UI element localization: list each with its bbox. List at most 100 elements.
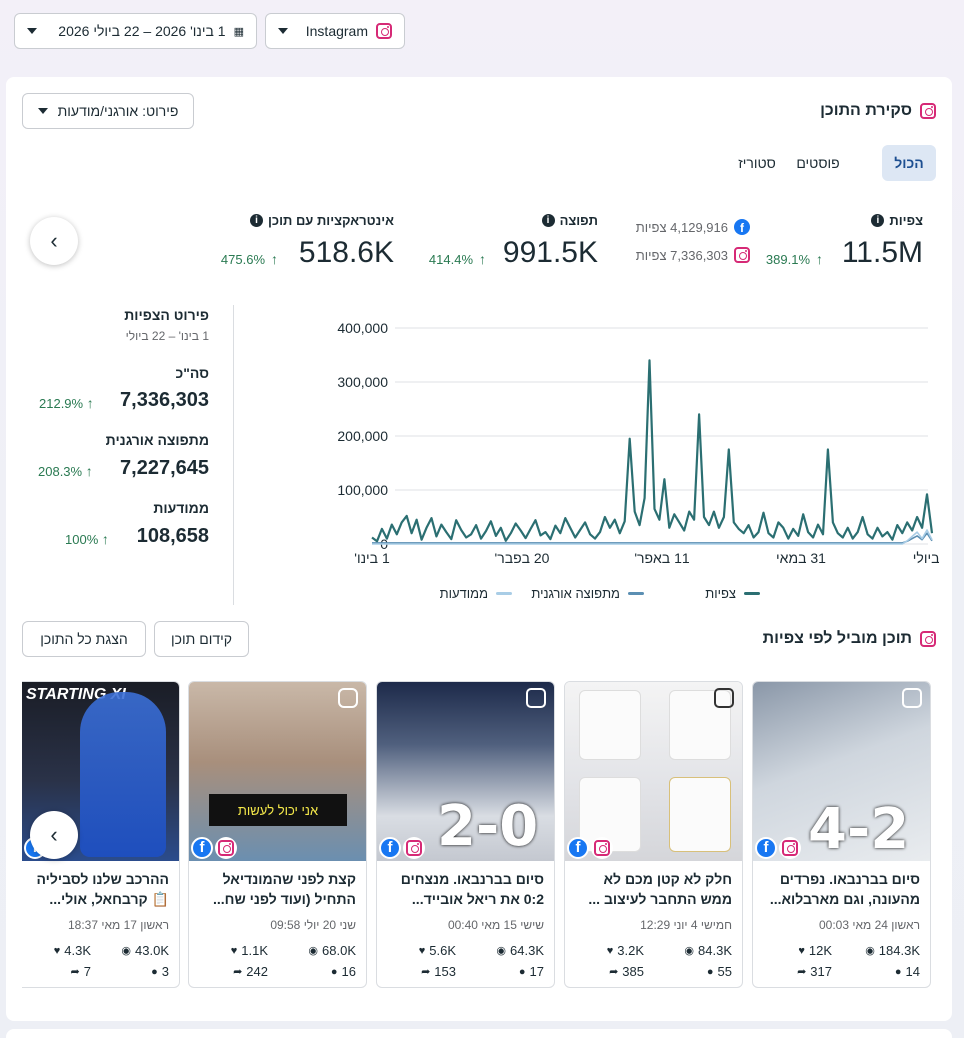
legend-swatch bbox=[496, 592, 512, 595]
organic-change-text: 208.3% bbox=[38, 464, 83, 479]
total-change-text: 212.9% bbox=[39, 396, 84, 411]
ig-views-text: 7,336,303 צפיות bbox=[635, 247, 728, 263]
chevron-down-icon bbox=[27, 28, 37, 34]
series-organic-line bbox=[372, 532, 933, 544]
post-card[interactable]: f חלק לא קטן מכם לא ממש התחבר לעיצוב ...… bbox=[564, 681, 743, 988]
instagram-icon bbox=[734, 247, 750, 263]
likes-count: 4.3K bbox=[64, 943, 91, 958]
eye-icon: ◉ bbox=[865, 945, 875, 957]
instagram-icon bbox=[591, 837, 613, 859]
views-stat: 184.3K ◉ bbox=[865, 943, 920, 958]
instagram-icon bbox=[920, 103, 936, 119]
comment-icon: ● bbox=[518, 965, 526, 978]
show-all-content-button[interactable]: הצגת כל התוכן bbox=[22, 621, 146, 657]
info-icon[interactable]: i bbox=[871, 214, 885, 227]
x-tick-label: 11 באפר' bbox=[634, 550, 690, 566]
ads-value: 108,658 bbox=[136, 525, 209, 547]
facebook-icon: f bbox=[567, 837, 589, 859]
likes-count: 3.2K bbox=[617, 943, 644, 958]
share-icon: ➦ bbox=[421, 966, 431, 978]
info-icon[interactable]: i bbox=[541, 214, 555, 227]
post-title: חלק לא קטן מכם לא ממש התחבר לעיצוב ... bbox=[588, 871, 732, 907]
likes-stat: 4.3K ♥ bbox=[54, 943, 91, 958]
tab-posts-label: פוסטים bbox=[796, 155, 840, 171]
interactions-change-text: 475.6% bbox=[220, 251, 265, 267]
comment-icon: ● bbox=[330, 965, 338, 978]
date-range-label: 1 בינו' 2026 – 22 ביולי 2026 bbox=[58, 23, 226, 39]
x-tick-label: 20 בפבר' bbox=[495, 550, 550, 566]
photo-type-icon bbox=[902, 688, 922, 708]
post-thumbnail: 4-2 f bbox=[753, 682, 930, 862]
post-thumbnail: f bbox=[565, 682, 742, 861]
breakdown-title: פירוט הצפיות bbox=[124, 307, 209, 323]
total-value: 7,336,303 bbox=[120, 389, 209, 411]
comment-icon: ● bbox=[706, 965, 714, 978]
post-card[interactable]: 2-0 f סיום בברנבאו. מנצחים 0:2 את ריאל א… bbox=[376, 681, 555, 988]
score-overlay: 4-2 bbox=[808, 797, 910, 862]
breakdown-dropdown[interactable]: פירוט: אורגני/מודעות bbox=[22, 93, 194, 129]
divider bbox=[233, 305, 234, 605]
legend-ads: ממודעות bbox=[440, 586, 512, 601]
calendar-icon: ▦ bbox=[233, 25, 244, 38]
views-value: 11.5M bbox=[841, 236, 923, 269]
top-content-title: תוכן מוביל לפי צפיות bbox=[762, 630, 912, 647]
boost-content-button[interactable]: קידום תוכן bbox=[154, 621, 249, 657]
shares-stat: 153 ➦ bbox=[421, 964, 456, 979]
comments-stat: 3 ● bbox=[151, 964, 169, 979]
heart-icon: ♥ bbox=[798, 944, 805, 957]
views-stat: 68.0K ◉ bbox=[308, 943, 356, 958]
legend-swatch bbox=[744, 592, 760, 595]
comments-count: 17 bbox=[529, 964, 544, 979]
shares-count: 317 bbox=[810, 964, 832, 979]
boost-content-label: קידום תוכן bbox=[171, 631, 232, 647]
share-icon: ➦ bbox=[233, 966, 243, 978]
tab-posts[interactable]: פוסטים bbox=[783, 145, 853, 181]
tab-stories[interactable]: סטוריז bbox=[723, 145, 791, 181]
post-card[interactable]: 4-2 f סיום בברנבאו. נפרדים מהעונה, וגם מ… bbox=[752, 681, 931, 988]
legend-views-label: צפיות bbox=[705, 586, 736, 601]
x-tick-label: 1 בינו' bbox=[354, 550, 390, 566]
shares-stat: 317 ➦ bbox=[797, 964, 832, 979]
views-count: 184.3K bbox=[878, 943, 920, 958]
tab-all[interactable]: הכול bbox=[882, 145, 936, 181]
comments-count: 3 bbox=[161, 964, 169, 979]
shares-count: 385 bbox=[622, 964, 644, 979]
post-card[interactable]: אני יכול לעשות f קצת לפני שהמונדיאל התחי… bbox=[188, 681, 367, 988]
comments-count: 16 bbox=[341, 964, 356, 979]
show-all-content-label: הצגת כל התוכן bbox=[40, 631, 128, 647]
ads-label: ממודעות bbox=[153, 500, 209, 516]
jersey-image bbox=[579, 690, 641, 760]
platform-label: Instagram bbox=[305, 23, 368, 39]
post-title: סיום בברנבאו. נפרדים מהעונה, וגם מארבלוא… bbox=[769, 871, 920, 907]
player-image bbox=[80, 692, 166, 857]
eye-icon: ◉ bbox=[121, 945, 132, 957]
comment-icon: ● bbox=[151, 965, 158, 978]
legend-swatch bbox=[628, 592, 644, 595]
info-icon[interactable]: i bbox=[249, 214, 263, 227]
facebook-icon: f bbox=[379, 837, 401, 859]
views-change-text: 389.1% bbox=[765, 251, 810, 267]
metrics-next-button[interactable]: › bbox=[30, 217, 78, 265]
total-change: 212.9% ↑ bbox=[39, 395, 94, 411]
views-count: 84.3K bbox=[698, 943, 732, 958]
post-date: חמישי 4 יוני 12:29 bbox=[640, 918, 732, 932]
carousel-next-button[interactable]: › bbox=[30, 811, 78, 859]
likes-stat: 12K ♥ bbox=[798, 943, 832, 958]
date-range-selector[interactable]: ▦ 1 בינו' 2026 – 22 ביולי 2026 bbox=[14, 13, 257, 49]
heart-icon: ♥ bbox=[606, 944, 614, 957]
shares-count: 242 bbox=[246, 964, 268, 979]
organic-label: מתפוצה אורגנית bbox=[105, 432, 209, 448]
facebook-icon: f bbox=[755, 837, 777, 859]
reach-label-text: תפוצה bbox=[559, 213, 598, 228]
instagram-icon bbox=[376, 23, 392, 39]
photo-type-icon bbox=[526, 688, 546, 708]
interactions-label: אינטראקציות עם תוכן i bbox=[249, 213, 394, 228]
comments-stat: 55 ● bbox=[707, 964, 732, 979]
platform-selector[interactable]: Instagram bbox=[265, 13, 405, 49]
post-title: ההרכב שלנו לסביליה 📋 קרבחאל, אולי... bbox=[36, 871, 169, 907]
heart-icon: ♥ bbox=[230, 944, 238, 957]
series-ads-line bbox=[372, 529, 933, 545]
shares-stat: 242 ➦ bbox=[233, 964, 268, 979]
post-date: שני 20 יולי 09:58 bbox=[270, 918, 356, 932]
likes-stat: 5.6K ♥ bbox=[419, 943, 456, 958]
